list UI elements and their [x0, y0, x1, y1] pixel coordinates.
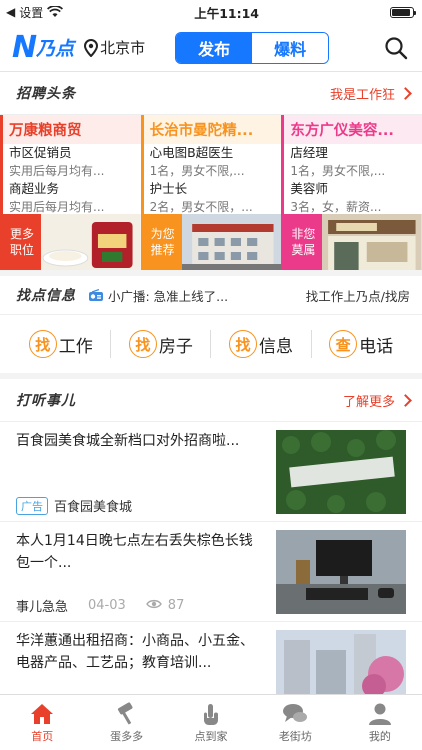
city-label: 北京市 — [100, 39, 146, 57]
tab-post[interactable]: 发布 — [176, 32, 253, 63]
best-fit-tag[interactable]: 非您 莫属 — [284, 214, 323, 270]
tab-home-service[interactable]: 点到家 — [169, 695, 253, 750]
chat-bubbles-icon — [283, 703, 308, 722]
job-card[interactable]: 万康粮商贸 市区促销员 实用后每月均有... 商超业务 实用后每月均有... 更… — [0, 115, 141, 270]
divider — [110, 330, 112, 358]
news-title-text: 百食园美食城全新档口对外招商啦... — [16, 433, 240, 449]
user-icon — [368, 703, 391, 725]
job-title[interactable]: 商超业务 — [3, 180, 141, 198]
recommend-tag[interactable]: 为您 推荐 — [143, 214, 182, 270]
quick-actions: 找工作 找房子 找信息 查电话 — [0, 314, 422, 379]
back-icon[interactable]: ◀ — [6, 5, 15, 19]
news-title-text: 华洋蕙通出租招商：小商品、小五金、电器产品、工艺品；教育培训... — [16, 633, 254, 671]
tab-home[interactable]: 首页 — [0, 695, 84, 750]
news-more-link[interactable]: 了解更多 — [343, 391, 412, 410]
status-time: 上午11:14 — [194, 5, 260, 21]
find-info-button[interactable]: 找信息 — [229, 330, 293, 358]
view-count: 87 — [167, 598, 185, 613]
search-button[interactable] — [382, 34, 410, 62]
more-jobs-tag[interactable]: 更多 职位 — [3, 214, 41, 270]
building-photo — [181, 214, 282, 270]
tab-mine[interactable]: 我的 — [338, 695, 422, 750]
radio-icon — [89, 288, 103, 301]
job-title[interactable]: 护士长 — [144, 180, 282, 198]
company-name: 万康粮商贸 — [3, 115, 141, 144]
news-source: 事儿急急 — [16, 600, 69, 615]
chevron-right-icon — [399, 393, 412, 407]
info-row: 找点信息 小广播: 急准上线了... 找工作上乃点/找房 — [0, 270, 422, 314]
job-card[interactable]: 长治市曼陀精... 心电图B超医生 1名，男女不限,... 护士长 2名，男女不… — [140, 115, 282, 270]
home-icon — [31, 703, 54, 724]
news-thumbnail — [276, 530, 406, 614]
app-logo[interactable]: N 乃点 — [12, 32, 74, 63]
city-selector[interactable]: 北京市 — [84, 37, 145, 58]
job-meta: 1名，男女不限,... — [290, 164, 386, 178]
carrier-label: 设置 — [19, 5, 44, 20]
job-meta: 1名，男女不限,... — [149, 164, 245, 178]
job-cards: 万康粮商贸 市区促销员 实用后每月均有... 商超业务 实用后每月均有... 更… — [0, 114, 422, 270]
job-title[interactable]: 市区促销员 — [3, 144, 141, 162]
chevron-right-icon — [399, 86, 412, 100]
tab-neighbors[interactable]: 老街坊 — [253, 695, 337, 750]
status-bar: ◀ 设置 上午11:14 — [0, 0, 422, 24]
ad-badge: 广告 — [16, 496, 48, 515]
news-title: 打听事儿 — [16, 393, 76, 409]
news-item[interactable]: 百食园美食城全新档口对外招商啦... 广告 百食园美食城 — [0, 421, 422, 521]
battery-icon — [389, 6, 416, 18]
hammer-icon — [117, 701, 133, 725]
jobs-header: 招聘头条 我是工作狂 — [0, 72, 422, 114]
find-house-button[interactable]: 找房子 — [128, 330, 193, 358]
job-title[interactable]: 心电图B超医生 — [144, 144, 282, 162]
tab-eggs[interactable]: 蛋多多 — [84, 695, 168, 750]
tap-hand-icon — [204, 703, 219, 725]
info-slogan[interactable]: 找工作上乃点/找房 — [306, 286, 410, 305]
lookup-phone-button[interactable]: 查电话 — [329, 330, 393, 358]
eye-icon — [145, 598, 162, 613]
bottom-tab-bar: 首页 蛋多多 点到家 老街坊 我的 — [0, 694, 422, 750]
job-card[interactable]: 东方广仪美容... 店经理 1名，男女不限,... 美容师 3名，女，薪资...… — [281, 115, 422, 270]
product-photo — [41, 214, 141, 270]
storefront-photo — [322, 214, 422, 270]
news-source: 百食园美食城 — [54, 500, 133, 515]
company-name: 长治市曼陀精... — [143, 115, 282, 144]
jobs-title: 招聘头条 — [16, 86, 76, 102]
news-date: 04-03 — [88, 598, 126, 613]
segment-control: 发布 爆料 — [175, 31, 330, 64]
divider — [210, 330, 212, 358]
info-title: 找点信息 — [16, 288, 76, 304]
wifi-icon — [47, 6, 64, 17]
job-meta: 实用后每月均有... — [9, 164, 105, 178]
job-title[interactable]: 美容师 — [284, 180, 422, 198]
search-icon — [385, 36, 408, 59]
tab-news[interactable]: 爆料 — [252, 32, 329, 63]
job-title[interactable]: 店经理 — [284, 144, 422, 162]
company-name: 东方广仪美容... — [284, 115, 422, 144]
find-job-button[interactable]: 找工作 — [28, 330, 93, 358]
news-header: 打听事儿 了解更多 — [0, 379, 422, 421]
jobs-more-link[interactable]: 我是工作狂 — [330, 84, 412, 103]
divider — [310, 330, 312, 358]
news-item[interactable]: 本人1月14日晚七点左右丢失棕色长钱包一个... 事儿急急 04-03 87 — [0, 521, 422, 621]
news-title-text: 本人1月14日晚七点左右丢失棕色长钱包一个... — [16, 533, 253, 571]
news-thumbnail — [276, 430, 406, 514]
broadcast-ticker[interactable]: 小广播: 急准上线了... — [88, 286, 306, 305]
location-pin-icon — [84, 38, 99, 57]
top-nav: N 乃点 北京市 发布 爆料 — [0, 24, 422, 72]
